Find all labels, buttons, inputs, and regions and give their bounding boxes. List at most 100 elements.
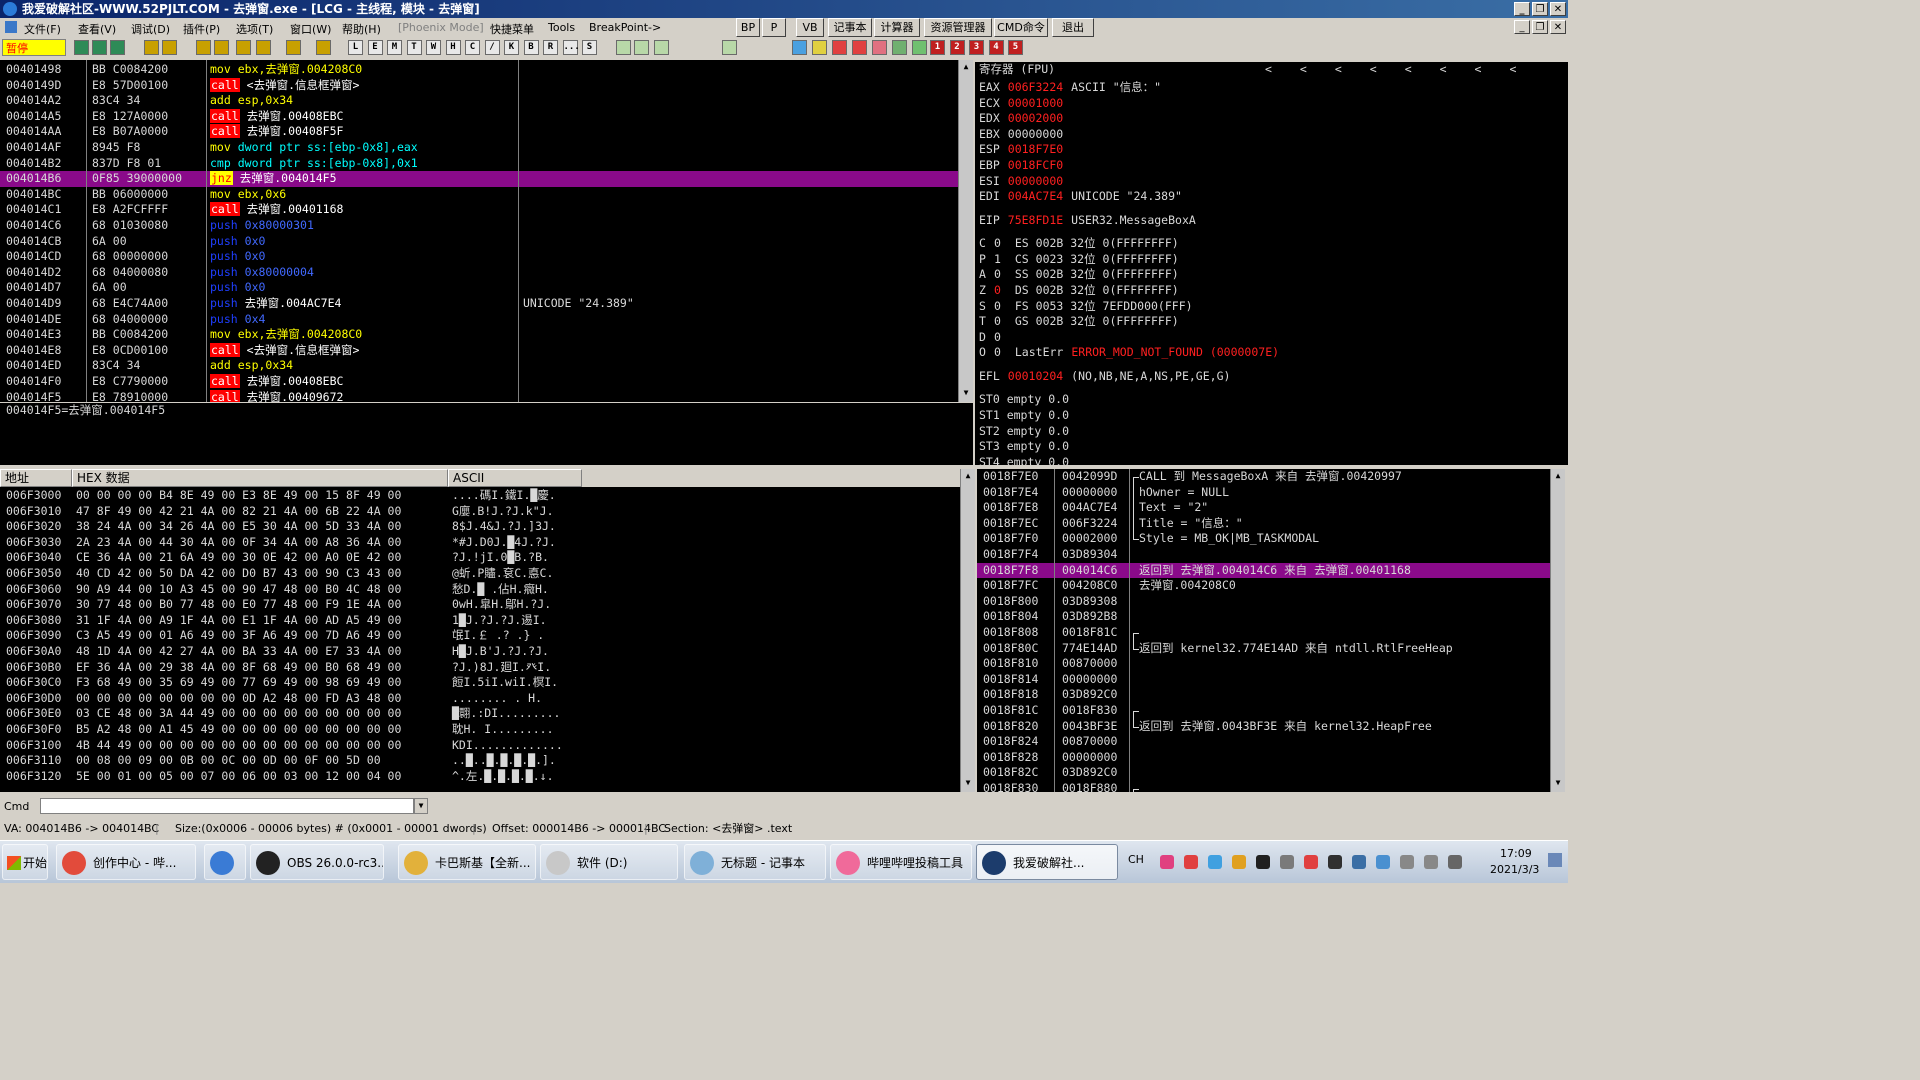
toolbar-window-icon[interactable]: R xyxy=(543,40,558,55)
toolbar-debug-icon[interactable] xyxy=(236,40,251,55)
dump-row[interactable]: 006F30D0 00 00 00 00 00 00 00 00 0D A2 48… xyxy=(0,691,960,707)
flag-value[interactable]: 0 xyxy=(994,345,1001,359)
disasm-row[interactable]: 004014C1 E8 A2FCFFFF call 去弹窗.00401168 xyxy=(0,202,958,218)
toolbar-hwbp-icon[interactable]: 5 xyxy=(1008,40,1023,55)
toolbar-tool-icon[interactable] xyxy=(654,40,669,55)
register-value[interactable]: 004AC7E4 xyxy=(1008,189,1063,203)
toolbar-window-icon[interactable]: S xyxy=(582,40,597,55)
toolbar-tool-icon[interactable] xyxy=(722,40,737,55)
toolbar-debug-icon[interactable] xyxy=(110,40,125,55)
register-value[interactable]: 0018FCF0 xyxy=(1008,158,1063,172)
register-row[interactable]: ESI 00000000 xyxy=(979,174,1071,190)
dump-row[interactable]: 006F30B0 EF 36 4A 00 29 38 4A 00 8F 68 49… xyxy=(0,660,960,676)
flag-value[interactable]: 0 xyxy=(994,283,1001,297)
disasm-row[interactable]: 00401498 BB C0084200 mov ebx,去弹窗.004208C0 xyxy=(0,62,958,78)
toolbar-debug-icon[interactable] xyxy=(196,40,211,55)
register-row[interactable]: EBP 0018FCF0 xyxy=(979,158,1071,174)
toolbar-plugin-icon[interactable] xyxy=(872,40,887,55)
disasm-row[interactable]: 004014BC BB 06000000 mov ebx,0x6 xyxy=(0,187,958,203)
taskbar-item[interactable]: 我爱破解社... xyxy=(976,844,1118,880)
dump-row[interactable]: 006F3090 C3 A5 49 00 01 A6 49 00 3F A6 49… xyxy=(0,628,960,644)
ime-indicator[interactable]: CH xyxy=(1128,853,1144,866)
taskbar-item[interactable]: 卡巴斯基【全新... xyxy=(398,844,536,880)
tray-icon[interactable] xyxy=(1256,855,1270,869)
toolbar-debug-icon[interactable] xyxy=(92,40,107,55)
stack-row[interactable]: 0018F828 00000000 xyxy=(977,750,1550,766)
dump-row[interactable]: 006F30F0 B5 A2 48 00 A1 45 49 00 00 00 00… xyxy=(0,722,960,738)
mdi-restore-button[interactable]: ❐ xyxy=(1532,20,1548,34)
flag-value[interactable]: 1 xyxy=(994,252,1001,266)
flag-row[interactable]: T 0 GS 002B 32位 0(FFFFFFFF) xyxy=(979,314,1179,330)
menu-button[interactable]: 记事本 xyxy=(828,18,872,37)
taskbar-item[interactable]: 无标题 - 记事本 xyxy=(684,844,826,880)
dump-row[interactable]: 006F3120 5E 00 01 00 05 00 07 00 06 00 03… xyxy=(0,769,960,785)
menu-button[interactable]: CMD命令 xyxy=(994,18,1048,37)
mdi-close-button[interactable]: ✕ xyxy=(1550,20,1566,34)
toolbar-window-icon[interactable]: C xyxy=(465,40,480,55)
registers-pane[interactable]: 寄存器 (FPU) <<<<<<<< EAX 006F3224 ASCII "信息：… xyxy=(975,62,1568,465)
toolbar-window-icon[interactable]: K xyxy=(504,40,519,55)
disassembly-scrollbar[interactable]: ▲ ▼ xyxy=(958,60,973,402)
taskbar-item[interactable]: 创作中心 - 哔... xyxy=(56,844,196,880)
tray-icon[interactable] xyxy=(1424,855,1438,869)
register-row[interactable]: EDX 00002000 xyxy=(979,111,1071,127)
toolbar-plugin-icon[interactable] xyxy=(792,40,807,55)
cmd-input[interactable] xyxy=(40,798,414,814)
stack-row[interactable]: 0018F7E0 0042099D CALL 到 MessageBoxA 来自 去弹… xyxy=(977,469,1550,486)
toolbar-window-icon[interactable]: L xyxy=(348,40,363,55)
tray-icon[interactable] xyxy=(1184,855,1198,869)
disasm-row[interactable]: 004014AA E8 B07A0000 call 去弹窗.00408F5F xyxy=(0,124,958,140)
tray-icon[interactable] xyxy=(1232,855,1246,869)
stack-row[interactable]: 0018F824 00870000 xyxy=(977,734,1550,750)
stack-row[interactable]: 0018F80C 774E14AD 返回到 kernel32.774E14AD 来自… xyxy=(977,640,1550,657)
disasm-row[interactable]: 0040149D E8 57D00100 call <去弹窗.信息框弹窗> xyxy=(0,77,958,94)
toolbar-debug-icon[interactable] xyxy=(316,40,331,55)
fpu-row[interactable]: ST4 empty 0.0 xyxy=(979,455,1069,465)
dump-row[interactable]: 006F3030 2A 23 4A 00 44 30 4A 00 0F 34 4A… xyxy=(0,535,960,551)
toolbar-debug-icon[interactable] xyxy=(162,40,177,55)
disasm-row[interactable]: 004014A5 E8 127A0000 call 去弹窗.00408EBC xyxy=(0,108,958,125)
menu-item[interactable]: 窗口(W) xyxy=(290,21,331,37)
disasm-row[interactable]: 004014ED 83C4 34 add esp,0x34 xyxy=(0,358,958,374)
tray-icon[interactable] xyxy=(1328,855,1342,869)
dump-row[interactable]: 006F3070 30 77 48 00 B0 77 48 00 E0 77 48… xyxy=(0,597,960,613)
minimize-button[interactable]: _ xyxy=(1514,2,1530,16)
stack-row[interactable]: 0018F810 00870000 xyxy=(977,656,1550,672)
stack-scrollbar[interactable]: ▲ ▼ xyxy=(1550,469,1565,792)
menu-item[interactable]: 选项(T) xyxy=(236,21,273,37)
register-row[interactable]: EBX 00000000 xyxy=(979,127,1071,143)
register-value[interactable]: 0018F7E0 xyxy=(1008,142,1063,156)
disasm-row[interactable]: 004014CD 68 00000000 push 0x0 xyxy=(0,249,958,265)
tray-icon[interactable] xyxy=(1280,855,1294,869)
disasm-row[interactable]: 004014F0 E8 C7790000 call 去弹窗.00408EBC xyxy=(0,374,958,390)
flag-value[interactable]: 0 xyxy=(994,314,1001,328)
register-row[interactable]: EFL 00010204 (NO,NB,NE,A,NS,PE,GE,G) xyxy=(979,369,1230,385)
flag-row[interactable]: O 0 LastErr ERROR_MOD_NOT_FOUND (0000007E) xyxy=(979,345,1279,361)
dump-row[interactable]: 006F3050 40 CD 42 00 50 DA 42 00 D0 B7 43… xyxy=(0,566,960,582)
toolbar-window-icon[interactable]: T xyxy=(406,40,422,55)
menu-item[interactable]: 查看(V) xyxy=(78,21,116,37)
register-value[interactable]: 00010204 xyxy=(1008,369,1063,383)
disasm-row[interactable]: 004014F5 E8 78910000 call 去弹窗.00409672 xyxy=(0,389,958,402)
dump-row[interactable]: 006F3040 CE 36 4A 00 21 6A 49 00 30 0E 42… xyxy=(0,550,960,566)
toolbar-window-icon[interactable]: W xyxy=(426,40,441,55)
toolbar-hwbp-icon[interactable]: 1 xyxy=(930,40,945,55)
toolbar-window-icon[interactable]: M xyxy=(387,40,402,55)
mdi-minimize-button[interactable]: _ xyxy=(1514,20,1530,34)
flag-row[interactable]: A 0 SS 002B 32位 0(FFFFFFFF) xyxy=(979,267,1179,283)
register-value[interactable]: 00000000 xyxy=(1008,127,1063,141)
menu-item[interactable]: 文件(F) xyxy=(24,21,61,37)
register-value[interactable]: 00000000 xyxy=(1008,174,1063,188)
start-button[interactable]: 开始 xyxy=(2,844,48,880)
toolbar-hwbp-icon[interactable]: 4 xyxy=(988,40,1004,55)
menu-item[interactable]: 快捷菜单 xyxy=(490,21,534,37)
register-row[interactable]: ECX 00001000 xyxy=(979,96,1071,112)
toolbar-tool-icon[interactable] xyxy=(616,40,631,55)
dump-row[interactable]: 006F30E0 03 CE 48 00 3A 44 49 00 00 00 00… xyxy=(0,706,960,722)
cmd-dropdown-button[interactable]: ▼ xyxy=(414,798,428,814)
toolbar-window-icon[interactable]: H xyxy=(445,40,461,55)
flag-value[interactable]: 0 xyxy=(994,267,1001,281)
register-row[interactable]: EDI 004AC7E4 UNICODE "24.389" xyxy=(979,189,1182,205)
toolbar-debug-icon[interactable] xyxy=(74,40,89,55)
toolbar-plugin-icon[interactable] xyxy=(832,40,847,55)
